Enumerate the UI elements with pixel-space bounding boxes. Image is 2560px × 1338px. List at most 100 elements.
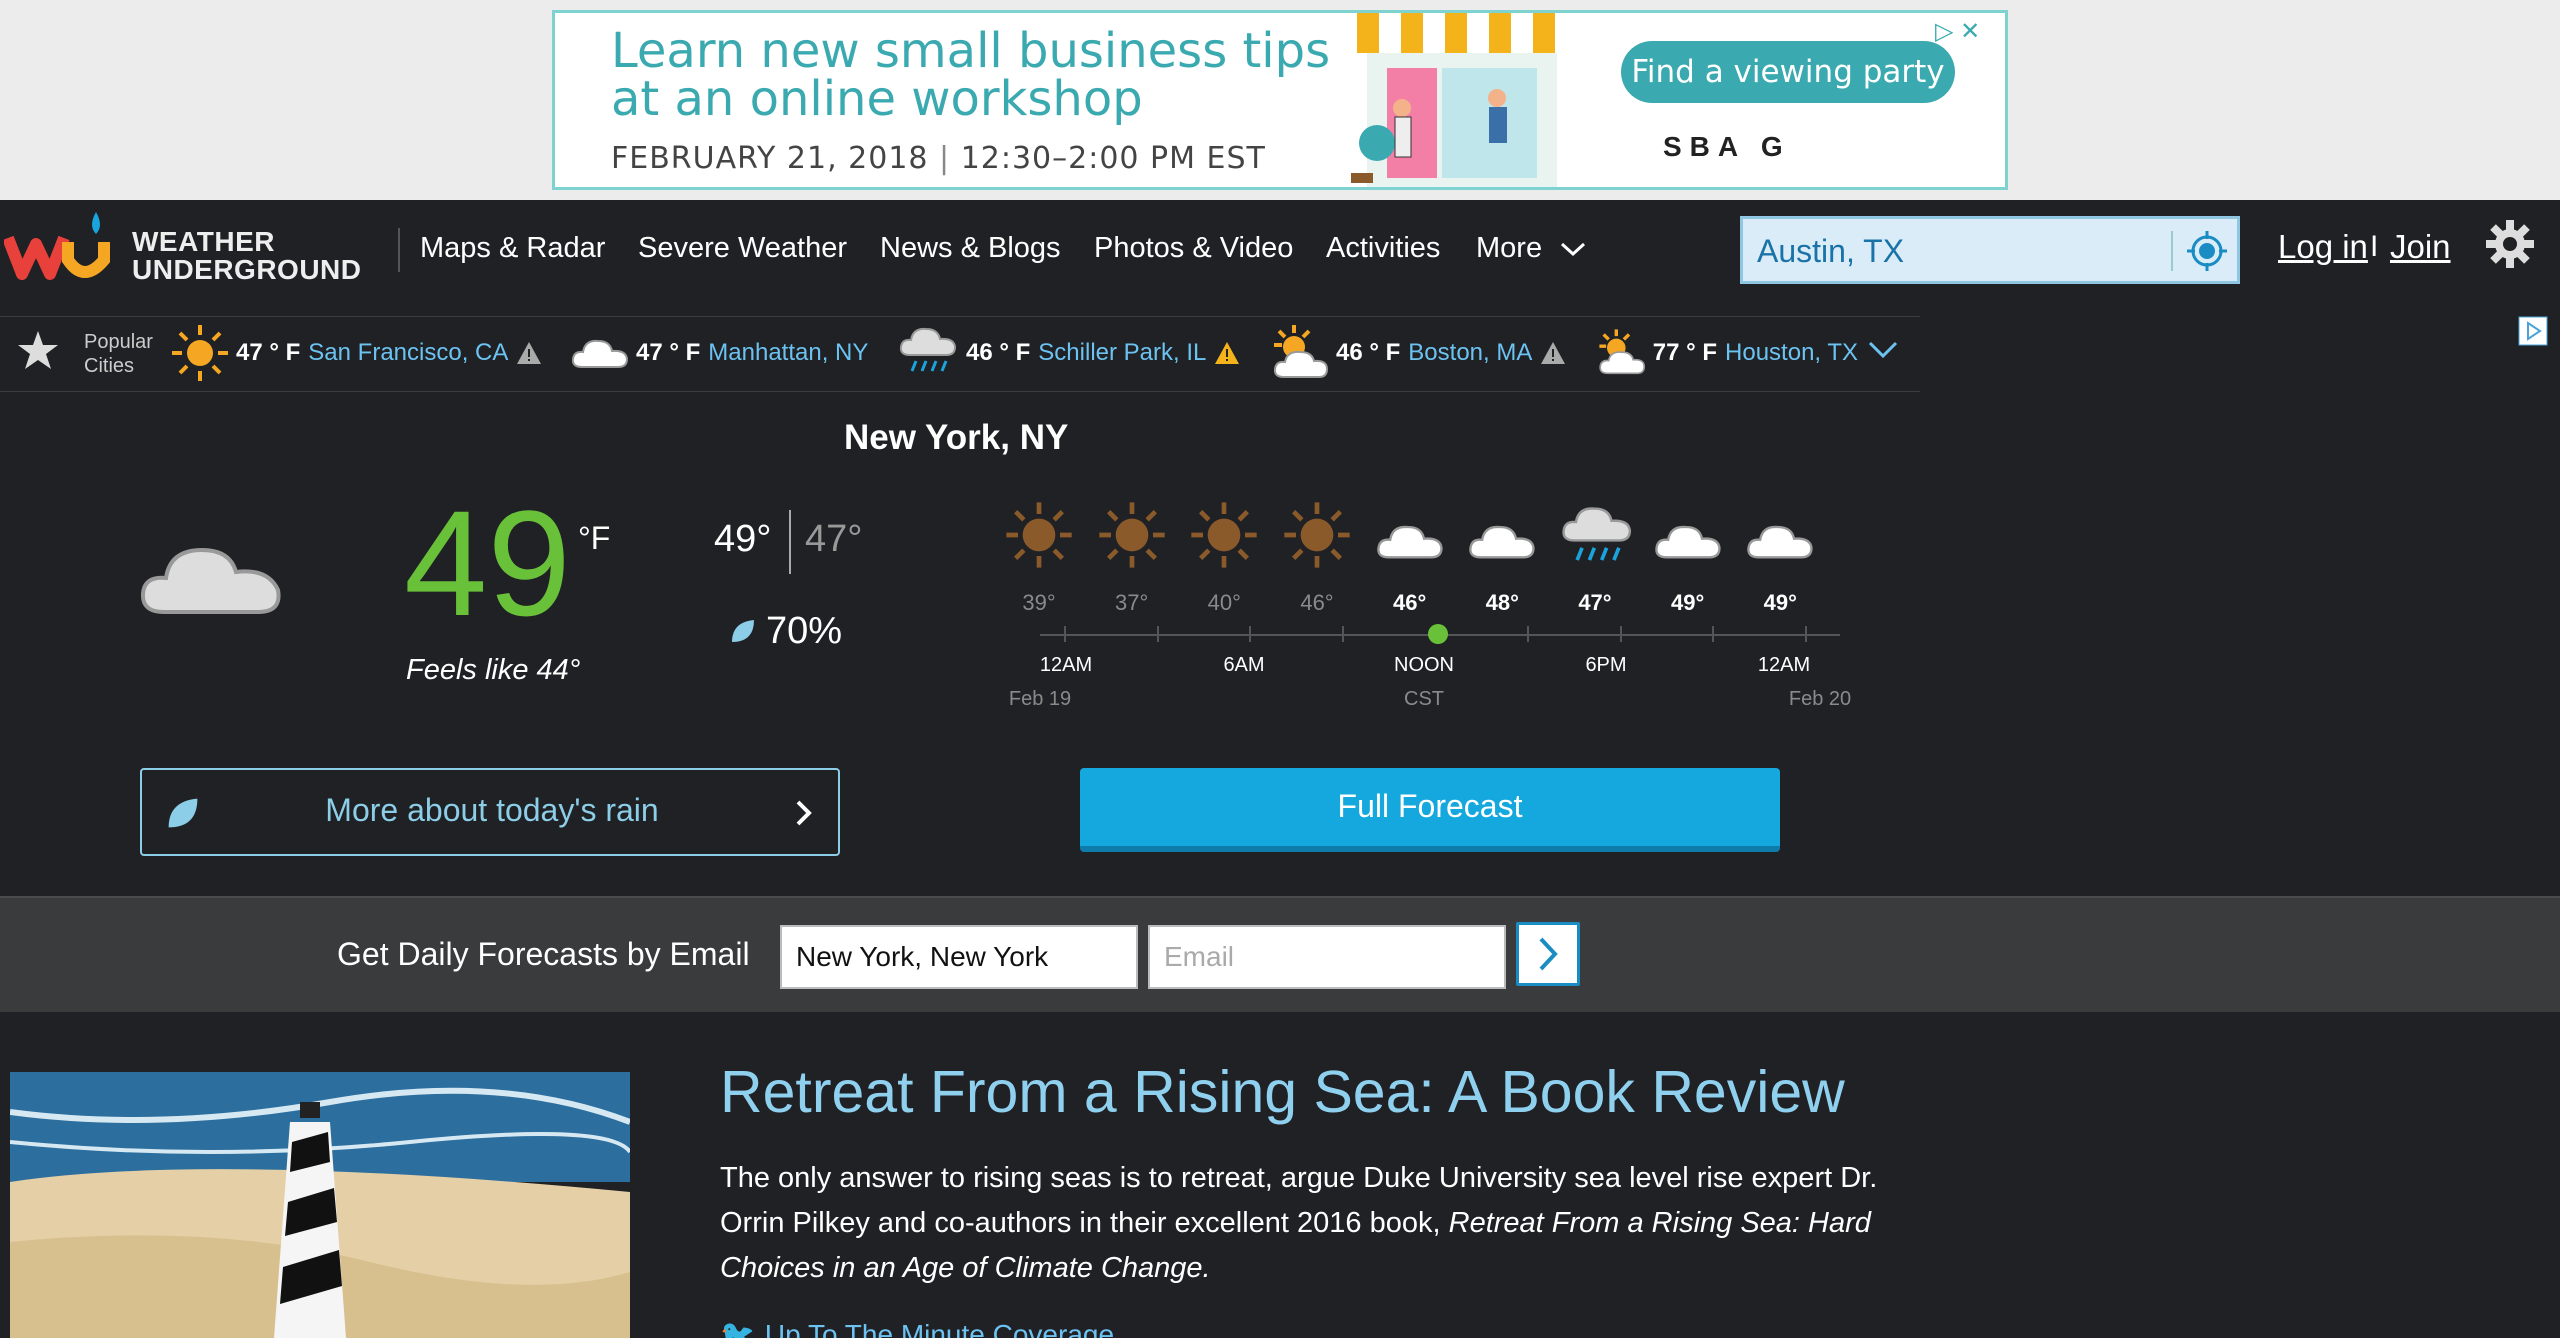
partly-cloudy-icon — [1273, 325, 1329, 378]
cloud-icon — [1375, 500, 1445, 571]
cloud-icon — [1467, 500, 1537, 571]
date-label: Feb 19 — [1008, 688, 1072, 710]
nav-activities[interactable]: Activities — [1326, 232, 1440, 265]
nav-maps-radar[interactable]: Maps & Radar — [420, 232, 605, 265]
city-temp: 77 ° F — [1652, 339, 1718, 366]
time-label: 6AM — [1223, 654, 1265, 676]
chevron-down-icon[interactable] — [1866, 338, 1900, 362]
time-label: 6PM — [1585, 654, 1627, 676]
time-label: 12AM — [1039, 654, 1093, 676]
ad-cta-button[interactable]: Find a viewing party — [1621, 41, 1955, 103]
ad-headline: Learn new small business tips at an onli… — [611, 23, 1331, 127]
city-name: Boston, MA — [1408, 339, 1533, 366]
city-temp: 47 ° F — [636, 339, 701, 366]
popular-city-san-francisco[interactable]: 47 ° F San Francisco, CA — [170, 325, 542, 381]
ad-banner[interactable]: Learn new small business tips at an onli… — [552, 10, 2008, 190]
location-search[interactable] — [1740, 216, 2240, 284]
coverage-link-text: Up To The Minute Coverage — [764, 1319, 1115, 1338]
star-icon[interactable] — [16, 328, 60, 372]
coverage-link[interactable]: 🐦 Up To The Minute Coverage — [720, 1318, 1114, 1338]
ad-date-text: FEBRUARY 21, 2018 — [611, 141, 929, 176]
raindrop-icon — [732, 620, 754, 642]
ad-close-icon[interactable]: ▷ ✕ — [1935, 17, 1980, 46]
nav-news-blogs[interactable]: News & Blogs — [880, 232, 1061, 265]
gear-icon[interactable] — [2484, 218, 2536, 270]
feels-like: Feels like 44° — [406, 654, 581, 686]
sun-icon — [172, 325, 228, 381]
ad-choices-icon[interactable] — [2518, 316, 2548, 346]
low-temp: 47° — [805, 518, 863, 560]
login-link[interactable]: Log in — [2278, 228, 2368, 266]
full-forecast-label: Full Forecast — [1337, 788, 1523, 824]
logo-wordmark[interactable]: WEATHER UNDERGROUND — [132, 228, 362, 284]
sun-icon — [1097, 500, 1167, 575]
hi-lo-divider — [789, 510, 791, 574]
current-time-marker — [1428, 624, 1448, 644]
current-temperature: 49 — [404, 479, 571, 647]
popular-city-manhattan[interactable]: 47 ° F Manhattan, NY — [570, 328, 868, 378]
temperature-unit[interactable]: °F — [578, 520, 610, 557]
hourly-temp: 49° — [1670, 590, 1705, 615]
popular-city-houston[interactable]: 77 ° F Houston, TX — [1596, 328, 1858, 378]
alert-icon — [1541, 342, 1566, 364]
search-divider — [2171, 231, 2173, 271]
logo-divider — [398, 228, 400, 272]
hourly-temp: 40° — [1207, 590, 1241, 615]
cloud-icon — [1745, 500, 1815, 571]
full-forecast-button[interactable]: Full Forecast — [1080, 768, 1780, 852]
join-link[interactable]: Join — [2390, 228, 2451, 266]
ad-sponsors: SBA G — [1663, 131, 1791, 162]
city-name: Schiller Park, IL — [1038, 339, 1207, 366]
city-temp: 46 ° F — [1336, 339, 1401, 366]
login-join-separator: I — [2370, 230, 2379, 263]
twitter-icon: 🐦 — [720, 1319, 755, 1338]
time-label: NOON — [1394, 654, 1454, 676]
popular-city-schiller-park[interactable]: 46 ° F Schiller Park, IL — [898, 327, 1240, 378]
popular-cities-label: Popular Cities — [84, 331, 153, 377]
high-temp: 49° — [714, 518, 772, 560]
chevron-right-icon — [1539, 937, 1558, 971]
more-rain-button[interactable]: More about today's rain — [140, 768, 840, 856]
ad-time-text: 12:30–2:00 PM EST — [960, 141, 1266, 176]
article-thumbnail-lighthouse[interactable] — [10, 1072, 630, 1338]
nav-photos-video[interactable]: Photos & Video — [1094, 232, 1293, 265]
hourly-temp: 46° — [1392, 590, 1427, 615]
ad-date: FEBRUARY 21, 2018 | 12:30–2:00 PM EST — [611, 141, 1266, 176]
sun-icon — [1004, 500, 1074, 575]
hourly-temp: 37° — [1115, 590, 1149, 615]
email-submit-button[interactable] — [1516, 922, 1580, 986]
time-label: 12AM — [1757, 654, 1811, 676]
email-input[interactable] — [1148, 925, 1506, 989]
more-rain-label: More about today's rain — [325, 792, 659, 828]
popular-city-boston[interactable]: 46 ° F Boston, MA — [1270, 325, 1566, 378]
precip-chance: 70% — [766, 610, 843, 652]
alert-icon — [1215, 342, 1240, 364]
location-title: New York, NY — [844, 418, 1069, 457]
city-temp: 46 ° F — [966, 339, 1031, 366]
article-body: The only answer to rising seas is to ret… — [720, 1156, 1900, 1291]
location-search-input[interactable] — [1757, 231, 2157, 271]
cloud-icon — [1653, 500, 1723, 571]
timezone-label: CST — [1404, 688, 1444, 710]
hourly-temp: 46° — [1300, 590, 1334, 615]
cloud-icon — [140, 547, 281, 614]
chevron-right-icon — [796, 800, 812, 826]
article-title[interactable]: Retreat From a Rising Sea: A Book Review — [720, 1058, 1845, 1126]
email-city-input[interactable] — [780, 925, 1138, 989]
nav-more[interactable]: More — [1476, 232, 1588, 265]
sun-icon — [1189, 500, 1259, 575]
rain-icon — [1560, 500, 1636, 581]
locate-me-icon[interactable] — [2185, 229, 2229, 273]
wu-logo-icon[interactable] — [4, 208, 124, 288]
city-name: Houston, TX — [1725, 339, 1858, 366]
city-name: San Francisco, CA — [308, 339, 509, 366]
nav-severe-weather[interactable]: Severe Weather — [638, 232, 847, 265]
date-label: Feb 20 — [1788, 688, 1852, 710]
city-temp: 47 ° F — [236, 339, 301, 366]
sun-icon — [1282, 500, 1352, 575]
chevron-down-icon — [1561, 243, 1586, 257]
storefront-illustration — [1351, 13, 1557, 187]
hourly-temp: 48° — [1485, 590, 1519, 615]
nav-more-label: More — [1476, 232, 1543, 264]
email-heading: Get Daily Forecasts by Email — [337, 936, 750, 972]
